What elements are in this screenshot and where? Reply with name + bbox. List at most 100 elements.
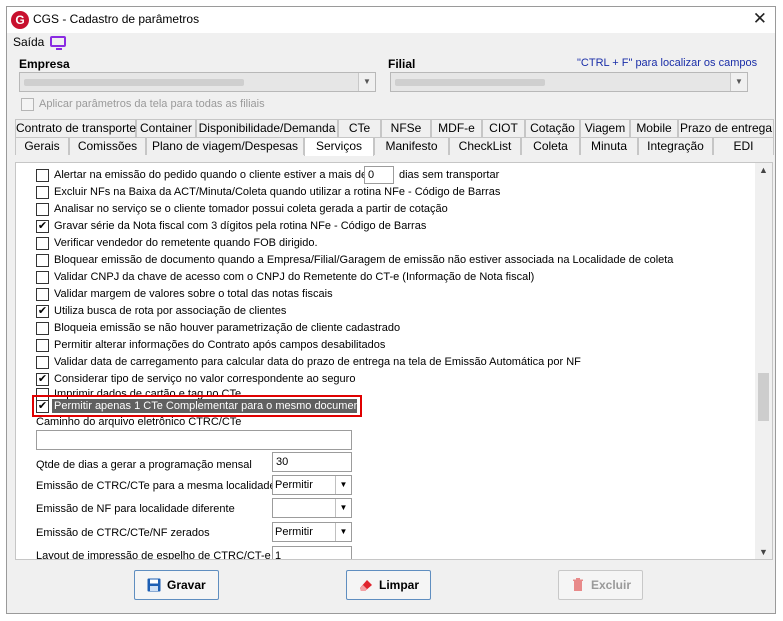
search-hint: "CTRL + F" para localizar os campos: [577, 57, 758, 69]
tab-minuta[interactable]: Minuta: [580, 137, 638, 155]
checkbox-checked[interactable]: ✔: [36, 220, 49, 233]
button-label: Excluir: [591, 578, 632, 592]
servicos-panel: Alertar na emissão do pedido quando o cl…: [15, 162, 773, 560]
save-icon: [147, 578, 161, 592]
main-window: G CGS - Cadastro de parâmetros ✕ Saída E…: [6, 6, 776, 614]
tab-plano-viagem[interactable]: Plano de viagem/Despesas: [146, 137, 304, 155]
menu-bar: Saída: [7, 33, 775, 53]
emissao-mesma-select[interactable]: Permitir ▼: [272, 475, 352, 495]
title-bar: G CGS - Cadastro de parâmetros ✕: [7, 7, 775, 33]
option-label: Validar data de carregamento para calcul…: [54, 356, 581, 368]
option-label: Excluir NFs na Baixa da ACT/Minuta/Colet…: [54, 186, 501, 198]
empresa-label: Empresa: [19, 57, 70, 71]
tab-cotacao[interactable]: Cotação: [525, 119, 580, 137]
app-logo-icon: G: [11, 11, 29, 29]
emissao-mesma-label: Emissão de CTRC/CTe para a mesma localid…: [36, 480, 276, 492]
select-value: Permitir: [275, 479, 313, 491]
empresa-select[interactable]: ▼: [19, 72, 376, 92]
limpar-button[interactable]: Limpar: [346, 570, 431, 600]
checkbox[interactable]: [36, 271, 49, 284]
layout-spinner[interactable]: 1: [272, 546, 352, 559]
scroll-thumb[interactable]: [758, 373, 769, 421]
monitor-icon[interactable]: [50, 36, 66, 50]
chevron-down-icon[interactable]: ▼: [335, 476, 351, 494]
gravar-button[interactable]: Gravar: [134, 570, 219, 600]
filial-value-redacted: [395, 79, 545, 86]
eraser-icon: [360, 580, 372, 591]
checkbox[interactable]: [36, 322, 49, 335]
scroll-up-icon[interactable]: ▲: [759, 165, 768, 175]
tab-container[interactable]: Container: [136, 119, 196, 137]
checkbox[interactable]: [36, 288, 49, 301]
caminho-input[interactable]: [36, 430, 352, 450]
option-label: Permitir alterar informações do Contrato…: [54, 339, 386, 351]
checkbox[interactable]: [36, 203, 49, 216]
days-input[interactable]: 0: [364, 166, 394, 184]
qtde-label: Qtde de dias a gerar a programação mensa…: [36, 459, 252, 471]
trash-icon: [573, 578, 583, 591]
filial-select[interactable]: ▼: [390, 72, 748, 92]
tab-edi[interactable]: EDI: [713, 137, 774, 155]
spinner-value: 1: [275, 550, 282, 559]
menu-saida[interactable]: Saída: [13, 35, 44, 49]
tab-mdfe[interactable]: MDF-e: [431, 119, 482, 137]
filial-label: Filial: [388, 57, 416, 71]
tab-coleta[interactable]: Coleta: [521, 137, 580, 155]
tab-viagem[interactable]: Viagem: [580, 119, 630, 137]
select-value: Permitir: [275, 526, 313, 538]
tab-nfse[interactable]: NFSe: [381, 119, 431, 137]
scroll-down-icon[interactable]: ▼: [759, 547, 768, 557]
button-label: Limpar: [379, 578, 420, 592]
tab-comissoes[interactable]: Comissões: [69, 137, 146, 155]
tab-contrato-transporte[interactable]: Contrato de transporte: [15, 119, 136, 137]
layout-label: Layout de impressão de espelho de CTRC/C…: [36, 550, 271, 559]
emissao-zerados-label: Emissão de CTRC/CTe/NF zerados: [36, 527, 210, 539]
tab-manifesto[interactable]: Manifesto: [374, 137, 449, 155]
empresa-value-redacted: [24, 79, 244, 86]
tab-cte[interactable]: CTe: [338, 119, 381, 137]
days-suffix: dias sem transportar: [399, 169, 500, 181]
tab-prazo-entrega[interactable]: Prazo de entrega: [678, 119, 774, 137]
option-label: Validar CNPJ da chave de acesso com o CN…: [54, 271, 535, 283]
checkbox[interactable]: [36, 254, 49, 267]
chevron-down-icon[interactable]: ▼: [335, 499, 351, 517]
apply-all-option[interactable]: Aplicar parâmetros da tela para todas as…: [19, 97, 319, 113]
tab-disponibilidade[interactable]: Disponibilidade/Demanda: [196, 119, 338, 137]
red-highlight-box: [32, 395, 362, 417]
close-icon[interactable]: ✕: [753, 9, 767, 29]
caminho-label: Caminho do arquivo eletrônico CTRC/CTe: [36, 416, 242, 428]
button-label: Gravar: [167, 578, 206, 592]
apply-all-checkbox[interactable]: [21, 98, 34, 111]
tab-checklist[interactable]: CheckList: [449, 137, 521, 155]
emissao-nf-label: Emissão de NF para localidade diferente: [36, 503, 235, 515]
chevron-down-icon[interactable]: ▼: [335, 523, 351, 541]
checkbox-checked[interactable]: ✔: [36, 373, 49, 386]
excluir-button[interactable]: Excluir: [558, 570, 643, 600]
chevron-down-icon[interactable]: ▼: [730, 73, 747, 91]
option-label: Validar margem de valores sobre o total …: [54, 288, 333, 300]
qtde-input[interactable]: 30: [272, 452, 352, 472]
tab-integracao[interactable]: Integração: [638, 137, 713, 155]
option-label: Gravar série da Nota fiscal com 3 dígito…: [54, 220, 427, 232]
apply-all-label: Aplicar parâmetros da tela para todas as…: [39, 98, 265, 110]
checkbox[interactable]: [36, 169, 49, 182]
tab-ciot[interactable]: CIOT: [482, 119, 525, 137]
checkbox[interactable]: [36, 237, 49, 250]
checkbox[interactable]: [36, 186, 49, 199]
option-label: Bloqueia emissão se não houver parametri…: [54, 322, 401, 334]
tab-servicos[interactable]: Serviços: [304, 137, 374, 156]
option-label: Considerar tipo de serviço no valor corr…: [54, 373, 356, 385]
option-label: Utiliza busca de rota por associação de …: [54, 305, 287, 317]
checkbox[interactable]: [36, 339, 49, 352]
option-label: Bloquear emissão de documento quando a E…: [54, 254, 674, 266]
tab-mobile[interactable]: Mobile: [630, 119, 678, 137]
checkbox[interactable]: [36, 356, 49, 369]
option-label: Analisar no serviço se o cliente tomador…: [54, 203, 448, 215]
emissao-nf-select[interactable]: ▼: [272, 498, 352, 518]
checkbox-checked[interactable]: ✔: [36, 305, 49, 318]
options-scroll-area: Alertar na emissão do pedido quando o cl…: [16, 163, 756, 559]
chevron-down-icon[interactable]: ▼: [358, 73, 375, 91]
tab-gerais[interactable]: Gerais: [15, 137, 69, 155]
emissao-zerados-select[interactable]: Permitir ▼: [272, 522, 352, 542]
vertical-scrollbar[interactable]: ▲ ▼: [755, 163, 772, 559]
